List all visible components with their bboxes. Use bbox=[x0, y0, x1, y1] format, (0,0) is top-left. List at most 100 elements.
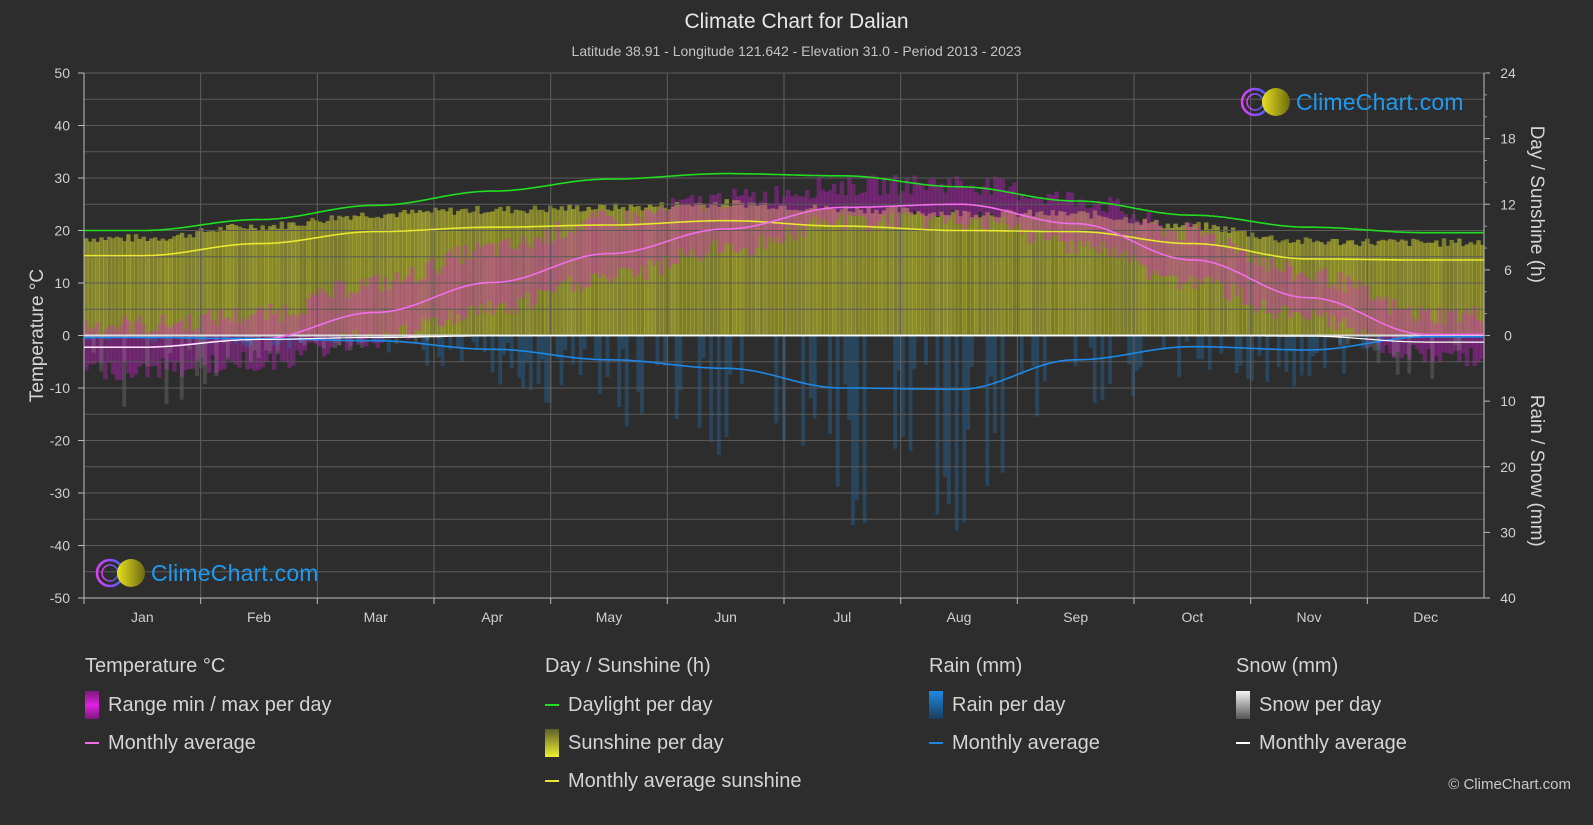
temp-range-day-bar bbox=[678, 199, 683, 249]
rain-day-bar bbox=[287, 335, 292, 349]
temp-range-day-bar bbox=[1238, 246, 1243, 287]
temp-range-day-bar bbox=[1253, 254, 1259, 313]
rain-day-bar bbox=[943, 335, 948, 477]
rain-day-bar bbox=[1322, 335, 1327, 369]
temp-range-day-bar bbox=[736, 196, 741, 254]
month-label: Aug bbox=[947, 609, 972, 625]
temp-range-day-bar bbox=[1184, 223, 1190, 282]
left-tick-label: -20 bbox=[50, 433, 70, 449]
temp-range-day-bar bbox=[1476, 320, 1481, 363]
temp-range-day-bar bbox=[1142, 219, 1148, 266]
temp-range-day-bar bbox=[456, 245, 461, 315]
sunshine-day-bar bbox=[858, 209, 864, 336]
temp-range-day-bar bbox=[1273, 267, 1278, 319]
temp-range-day-bar bbox=[528, 248, 534, 309]
snow-day-bar bbox=[264, 335, 269, 351]
legend-label: Monthly average bbox=[952, 731, 1100, 754]
rain-day-bar bbox=[947, 335, 951, 505]
legend-label: Monthly average bbox=[1259, 731, 1407, 754]
sunshine-day-bar bbox=[812, 204, 818, 336]
snow-day-bar bbox=[1457, 335, 1461, 351]
temp-range-day-bar bbox=[924, 190, 929, 230]
temp-range-day-bar bbox=[567, 231, 572, 277]
temp-range-day-bar bbox=[1388, 314, 1393, 354]
sunshine-day-bar bbox=[1016, 216, 1021, 336]
temp-range-day-bar bbox=[981, 186, 986, 229]
temp-range-day-bar bbox=[651, 213, 657, 266]
temp-range-day-bar bbox=[1062, 199, 1067, 241]
temp-range-day-bar bbox=[156, 324, 162, 378]
temp-range-day-bar bbox=[1058, 201, 1063, 242]
legend-item-temp-range: Range min / max per day bbox=[85, 691, 331, 719]
temp-range-day-bar bbox=[686, 197, 691, 257]
rain-day-bar bbox=[847, 335, 852, 421]
temp-range-day-bar bbox=[1441, 324, 1447, 353]
rain-day-bar bbox=[924, 335, 928, 366]
legend-sunshine: Day / Sunshine (h) Daylight per day Suns… bbox=[545, 655, 801, 807]
temp-range-day-bar bbox=[417, 279, 423, 332]
legend-label: Sunshine per day bbox=[568, 731, 724, 754]
temp-range-day-bar bbox=[444, 253, 449, 321]
temp-range-day-bar bbox=[816, 177, 822, 226]
legend-label: Snow per day bbox=[1259, 693, 1382, 716]
temp-range-day-bar bbox=[421, 279, 426, 319]
logo-top-right[interactable]: ClimeChart.com bbox=[1240, 86, 1464, 118]
left-tick-label: -30 bbox=[50, 485, 70, 501]
temp-range-day-bar bbox=[283, 305, 288, 362]
left-tick-label: 10 bbox=[54, 275, 70, 291]
temp-range-day-bar bbox=[713, 194, 718, 240]
rain-day-bar bbox=[970, 335, 974, 368]
rain-day-bar bbox=[540, 335, 545, 360]
logo-bottom-left[interactable]: ClimeChart.com bbox=[95, 557, 319, 589]
temp-range-day-bar bbox=[1157, 224, 1163, 276]
sunshine-day-bar bbox=[920, 213, 925, 336]
rain-day-bar bbox=[594, 335, 598, 359]
temp-range-day-bar bbox=[705, 203, 710, 254]
temp-range-day-bar bbox=[609, 215, 614, 284]
temp-range-day-bar bbox=[889, 181, 894, 214]
temp-range-day-bar bbox=[1384, 296, 1389, 346]
sunshine-day-bar bbox=[110, 238, 116, 336]
temp-range-day-bar bbox=[647, 210, 653, 260]
sunshine-day-bar bbox=[900, 207, 906, 336]
temp-range-day-bar bbox=[874, 176, 879, 227]
rain-day-bar bbox=[1361, 335, 1366, 349]
temp-range-day-bar bbox=[839, 181, 845, 214]
rain-day-bar bbox=[571, 335, 575, 365]
temp-range-day-bar bbox=[1131, 213, 1136, 256]
right-tick-label-mm: 20 bbox=[1500, 459, 1516, 475]
temp-range-day-bar bbox=[628, 226, 634, 270]
sunshine-day-bar bbox=[912, 214, 917, 336]
legend-label: Daylight per day bbox=[568, 693, 713, 716]
temp-range-day-bar bbox=[1042, 204, 1048, 240]
rain-day-bar bbox=[709, 335, 714, 443]
temp-range-day-bar bbox=[1119, 211, 1125, 254]
month-label: May bbox=[596, 609, 622, 625]
sunshine-day-bar bbox=[1215, 226, 1220, 336]
rain-day-bar bbox=[774, 335, 779, 424]
snow-day-bar bbox=[321, 335, 326, 349]
temp-range-day-bar bbox=[1204, 232, 1209, 278]
temp-range-day-bar bbox=[559, 238, 565, 282]
copyright: © ClimeChart.com bbox=[1448, 776, 1571, 793]
temp-range-day-bar bbox=[352, 293, 357, 330]
temp-range-day-bar bbox=[325, 293, 331, 354]
legend-temperature: Temperature °C Range min / max per day M… bbox=[85, 655, 331, 769]
temp-range-day-bar bbox=[808, 198, 814, 221]
temp-range-day-bar bbox=[893, 174, 898, 229]
sunshine-day-bar bbox=[797, 210, 802, 336]
temp-range-day-bar bbox=[1434, 324, 1439, 356]
sunshine-day-bar bbox=[172, 236, 177, 336]
rain-day-bar bbox=[505, 335, 510, 343]
rain-day-bar bbox=[636, 335, 641, 392]
temp-range-day-bar bbox=[118, 325, 123, 380]
rain-day-bar bbox=[1019, 335, 1024, 375]
temp-range-day-bar bbox=[939, 183, 944, 216]
temp-range-day-bar bbox=[1123, 213, 1128, 251]
sunshine-day-bar bbox=[279, 221, 285, 336]
sunshine-day-bar bbox=[889, 206, 894, 336]
sunshine-day-bar bbox=[133, 234, 139, 336]
rain-day-bar bbox=[1177, 335, 1181, 378]
temp-range-day-bar bbox=[620, 225, 626, 268]
rain-day-bar bbox=[605, 335, 610, 378]
